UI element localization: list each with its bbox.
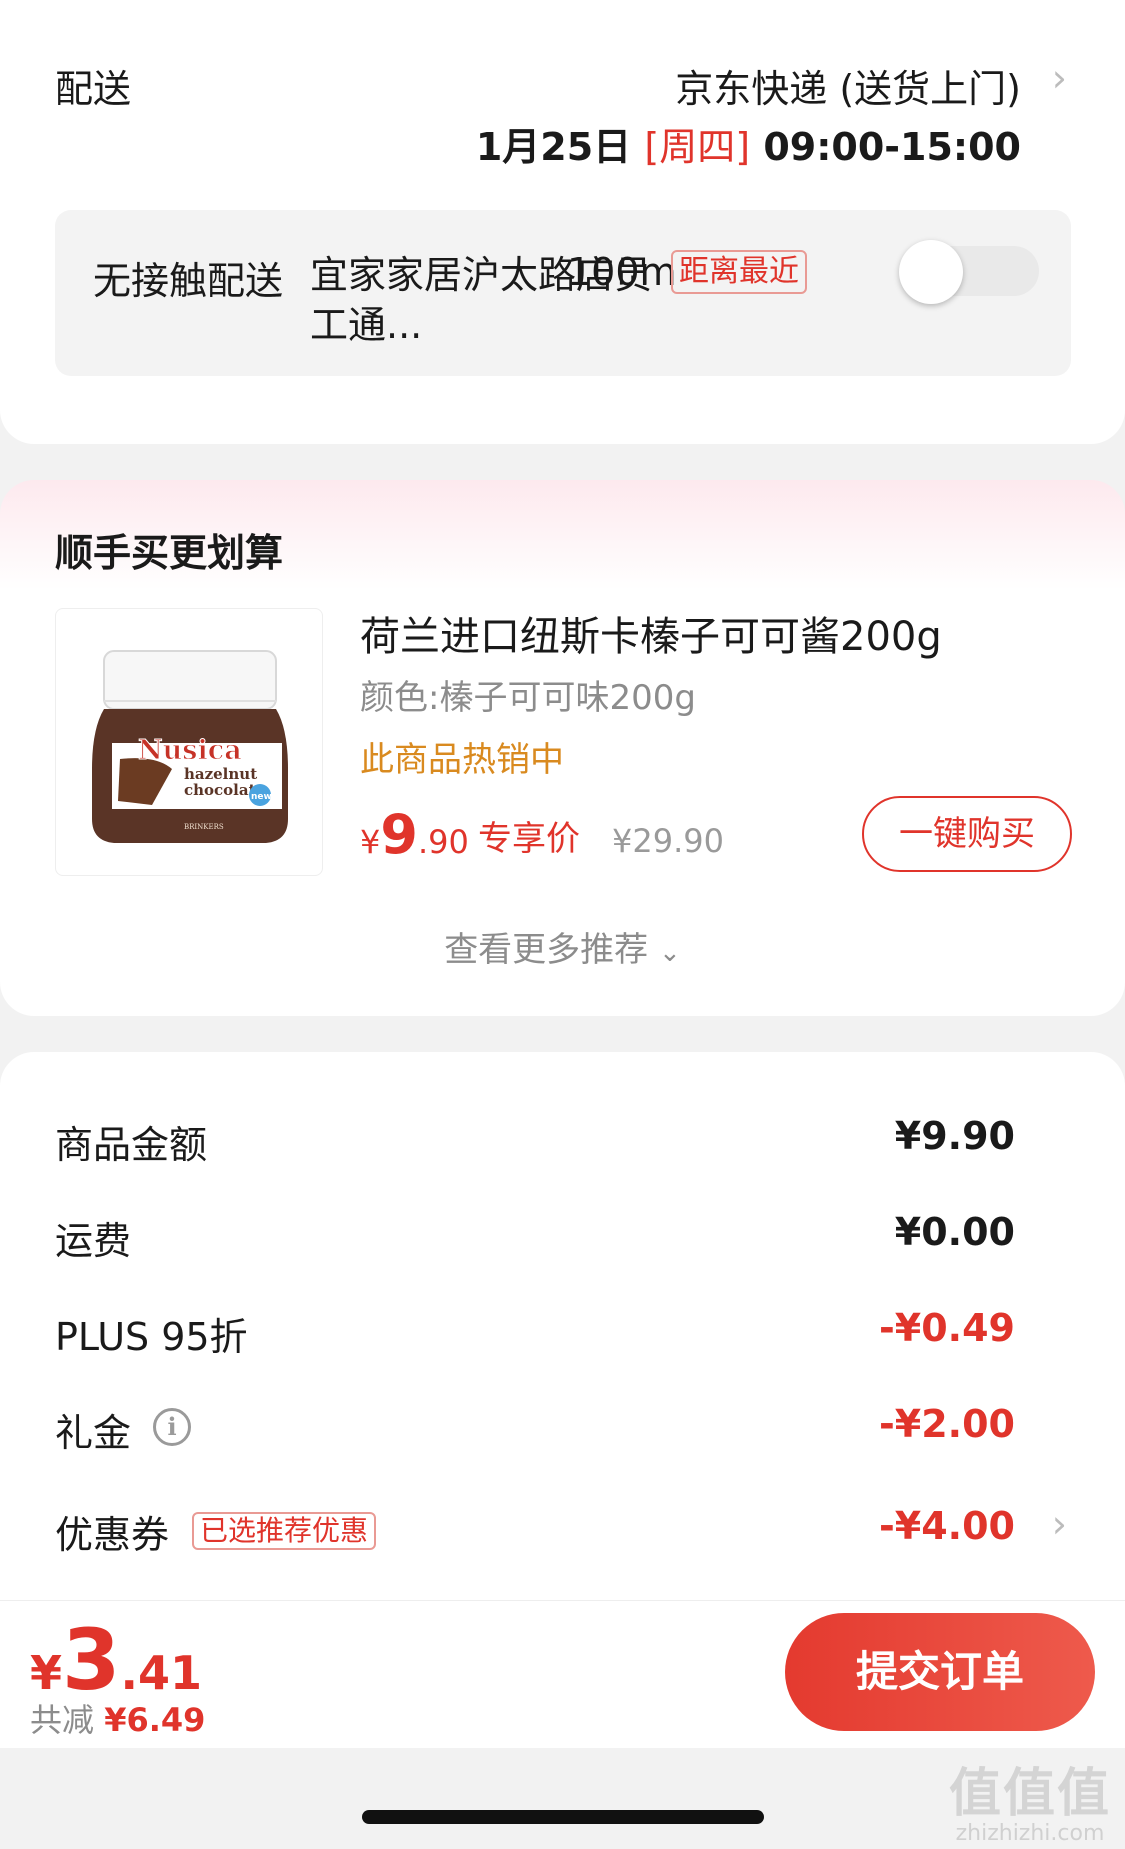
product-hot-label: 此商品热销中	[360, 740, 564, 780]
more-recommend-label: 查看更多推荐	[444, 930, 649, 970]
original-price: ¥29.90	[612, 822, 724, 860]
summary-value: -¥0.49	[879, 1306, 1015, 1350]
summary-label: 商品金额	[55, 1123, 208, 1167]
recommend-card: 顺手买更划算 Nusica hazelnut chocolate new BRI…	[0, 480, 1125, 1016]
chevron-right-icon[interactable]: ›	[1052, 1502, 1067, 1546]
info-icon[interactable]: i	[153, 1408, 191, 1446]
delivery-time[interactable]: 1月25日 [周四] 09:00-15:00	[476, 116, 1021, 171]
delivery-label: 配送	[55, 67, 132, 111]
contactless-delivery-box: 无接触配送 宜家家居沪太路店员工通... 100m 距离最近	[55, 210, 1071, 376]
contactless-toggle[interactable]	[899, 240, 1039, 304]
delivery-window: 09:00-15:00	[763, 125, 1021, 169]
summary-row-shipping: 运费 ¥0.00	[55, 1210, 1015, 1263]
one-click-buy-button[interactable]: 一键购买	[862, 796, 1072, 872]
recommend-title: 顺手买更划算	[55, 531, 284, 575]
submit-order-button[interactable]: 提交订单	[785, 1613, 1095, 1731]
jar-maker: BRINKERS	[184, 823, 224, 831]
summary-value: ¥9.90	[894, 1114, 1015, 1158]
saved-value: ¥6.49	[104, 1701, 206, 1739]
checkout-bar: ¥3.41 共减 ¥6.49 提交订单	[0, 1600, 1125, 1748]
summary-row-plus: PLUS 95折 -¥0.49	[55, 1306, 1015, 1359]
watermark-logo: 值值值	[948, 1764, 1111, 1824]
delivery-method[interactable]: 京东快递 (送货上门)	[675, 58, 1021, 113]
summary-row-gift: 礼金 i -¥2.00	[55, 1402, 1015, 1455]
product-price: ¥9.90	[360, 803, 469, 866]
watermark-url: zhizhizhi.com	[955, 1821, 1105, 1846]
summary-label: 礼金	[55, 1411, 132, 1455]
product-image[interactable]: Nusica hazelnut chocolate new BRINKERS	[55, 608, 323, 876]
contactless-label: 无接触配送	[93, 259, 284, 303]
delivery-card: 配送 京东快递 (送货上门) › 1月25日 [周四] 09:00-15:00 …	[0, 0, 1125, 444]
nearest-badge: 距离最近	[671, 250, 807, 294]
price-int: 9	[380, 803, 418, 866]
price-currency: ¥	[360, 823, 381, 861]
coupon-badge: 已选推荐优惠	[192, 1512, 377, 1550]
total-dec: .41	[120, 1646, 202, 1700]
summary-label: 优惠券	[55, 1513, 170, 1557]
delivery-date: 1月25日	[475, 125, 632, 169]
toggle-knob	[899, 240, 963, 304]
contactless-distance: 100m	[567, 250, 677, 294]
summary-label: PLUS 95折	[55, 1315, 248, 1359]
chevron-down-icon: ⌄	[659, 938, 681, 968]
delivery-weekday: [周四]	[644, 125, 751, 169]
jar-brand: Nusica	[138, 735, 242, 766]
home-indicator	[362, 1810, 764, 1824]
summary-row-coupon[interactable]: 优惠券 已选推荐优惠 -¥4.00	[55, 1504, 1015, 1557]
chevron-right-icon[interactable]: ›	[1052, 56, 1067, 100]
nutella-jar-image: Nusica hazelnut chocolate new BRINKERS	[92, 650, 288, 843]
more-recommend-link[interactable]: 查看更多推荐 ⌄	[0, 922, 1125, 971]
summary-row-goods: 商品金额 ¥9.90	[55, 1114, 1015, 1167]
total-currency: ¥	[30, 1646, 63, 1700]
product-name[interactable]: 荷兰进口纽斯卡榛子可可酱200g	[360, 604, 942, 662]
saved-amount: 共减 ¥6.49	[30, 1695, 205, 1741]
price-summary-card: 商品金额 ¥9.90 运费 ¥0.00 PLUS 95折 -¥0.49 礼金 i…	[0, 1052, 1125, 1612]
watermark: 值值值 zhizhizhi.com	[949, 1766, 1111, 1846]
product-spec: 颜色:榛子可可味200g	[360, 678, 696, 718]
price-dec: .90	[417, 823, 469, 861]
saved-label: 共减	[30, 1701, 95, 1739]
jar-new-badge: new	[251, 792, 272, 802]
summary-label: 运费	[55, 1219, 132, 1263]
summary-value: -¥2.00	[879, 1402, 1015, 1446]
summary-value: -¥4.00	[879, 1504, 1015, 1548]
summary-value: ¥0.00	[894, 1210, 1015, 1254]
price-tag: 专享价	[478, 819, 580, 859]
